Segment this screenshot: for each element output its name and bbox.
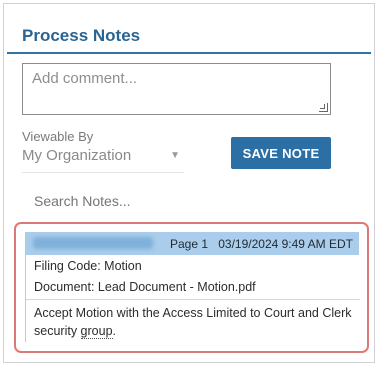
select-underline <box>22 172 184 173</box>
caret-down-icon: ▼ <box>170 150 180 161</box>
note-header: Page 1 03/19/2024 9:49 AM EDT <box>25 232 359 255</box>
note-text-underlined: group <box>80 324 113 339</box>
viewable-by-select[interactable]: My Organization ▼ <box>22 147 184 173</box>
title-divider <box>7 52 371 54</box>
note-card: Page 1 03/19/2024 9:49 AM EDT Filing Cod… <box>14 222 369 353</box>
note-document: Document: Lead Document - Motion.pdf <box>34 280 256 294</box>
note-text-end: . <box>112 324 117 338</box>
redacted-author-name <box>33 237 153 249</box>
viewable-by-value: My Organization <box>22 147 132 164</box>
note-text: Accept Motion with the Access Limited to… <box>26 300 360 342</box>
save-note-button[interactable]: SAVE NOTE <box>231 137 331 169</box>
note-body: Filing Code: Motion Document: Lead Docum… <box>25 255 360 342</box>
note-page: Page 1 <box>170 237 209 251</box>
panel-title: Process Notes <box>22 26 141 45</box>
note-timestamp: 03/19/2024 9:49 AM EDT <box>218 237 353 251</box>
comment-placeholder: Add comment... <box>32 70 138 87</box>
resize-handle-icon[interactable] <box>319 103 328 112</box>
viewable-by-label: Viewable By <box>22 129 94 144</box>
search-notes-input[interactable] <box>22 188 334 214</box>
comment-input[interactable]: Add comment... <box>22 63 331 115</box>
note-filing-code: Filing Code: Motion <box>34 259 142 273</box>
